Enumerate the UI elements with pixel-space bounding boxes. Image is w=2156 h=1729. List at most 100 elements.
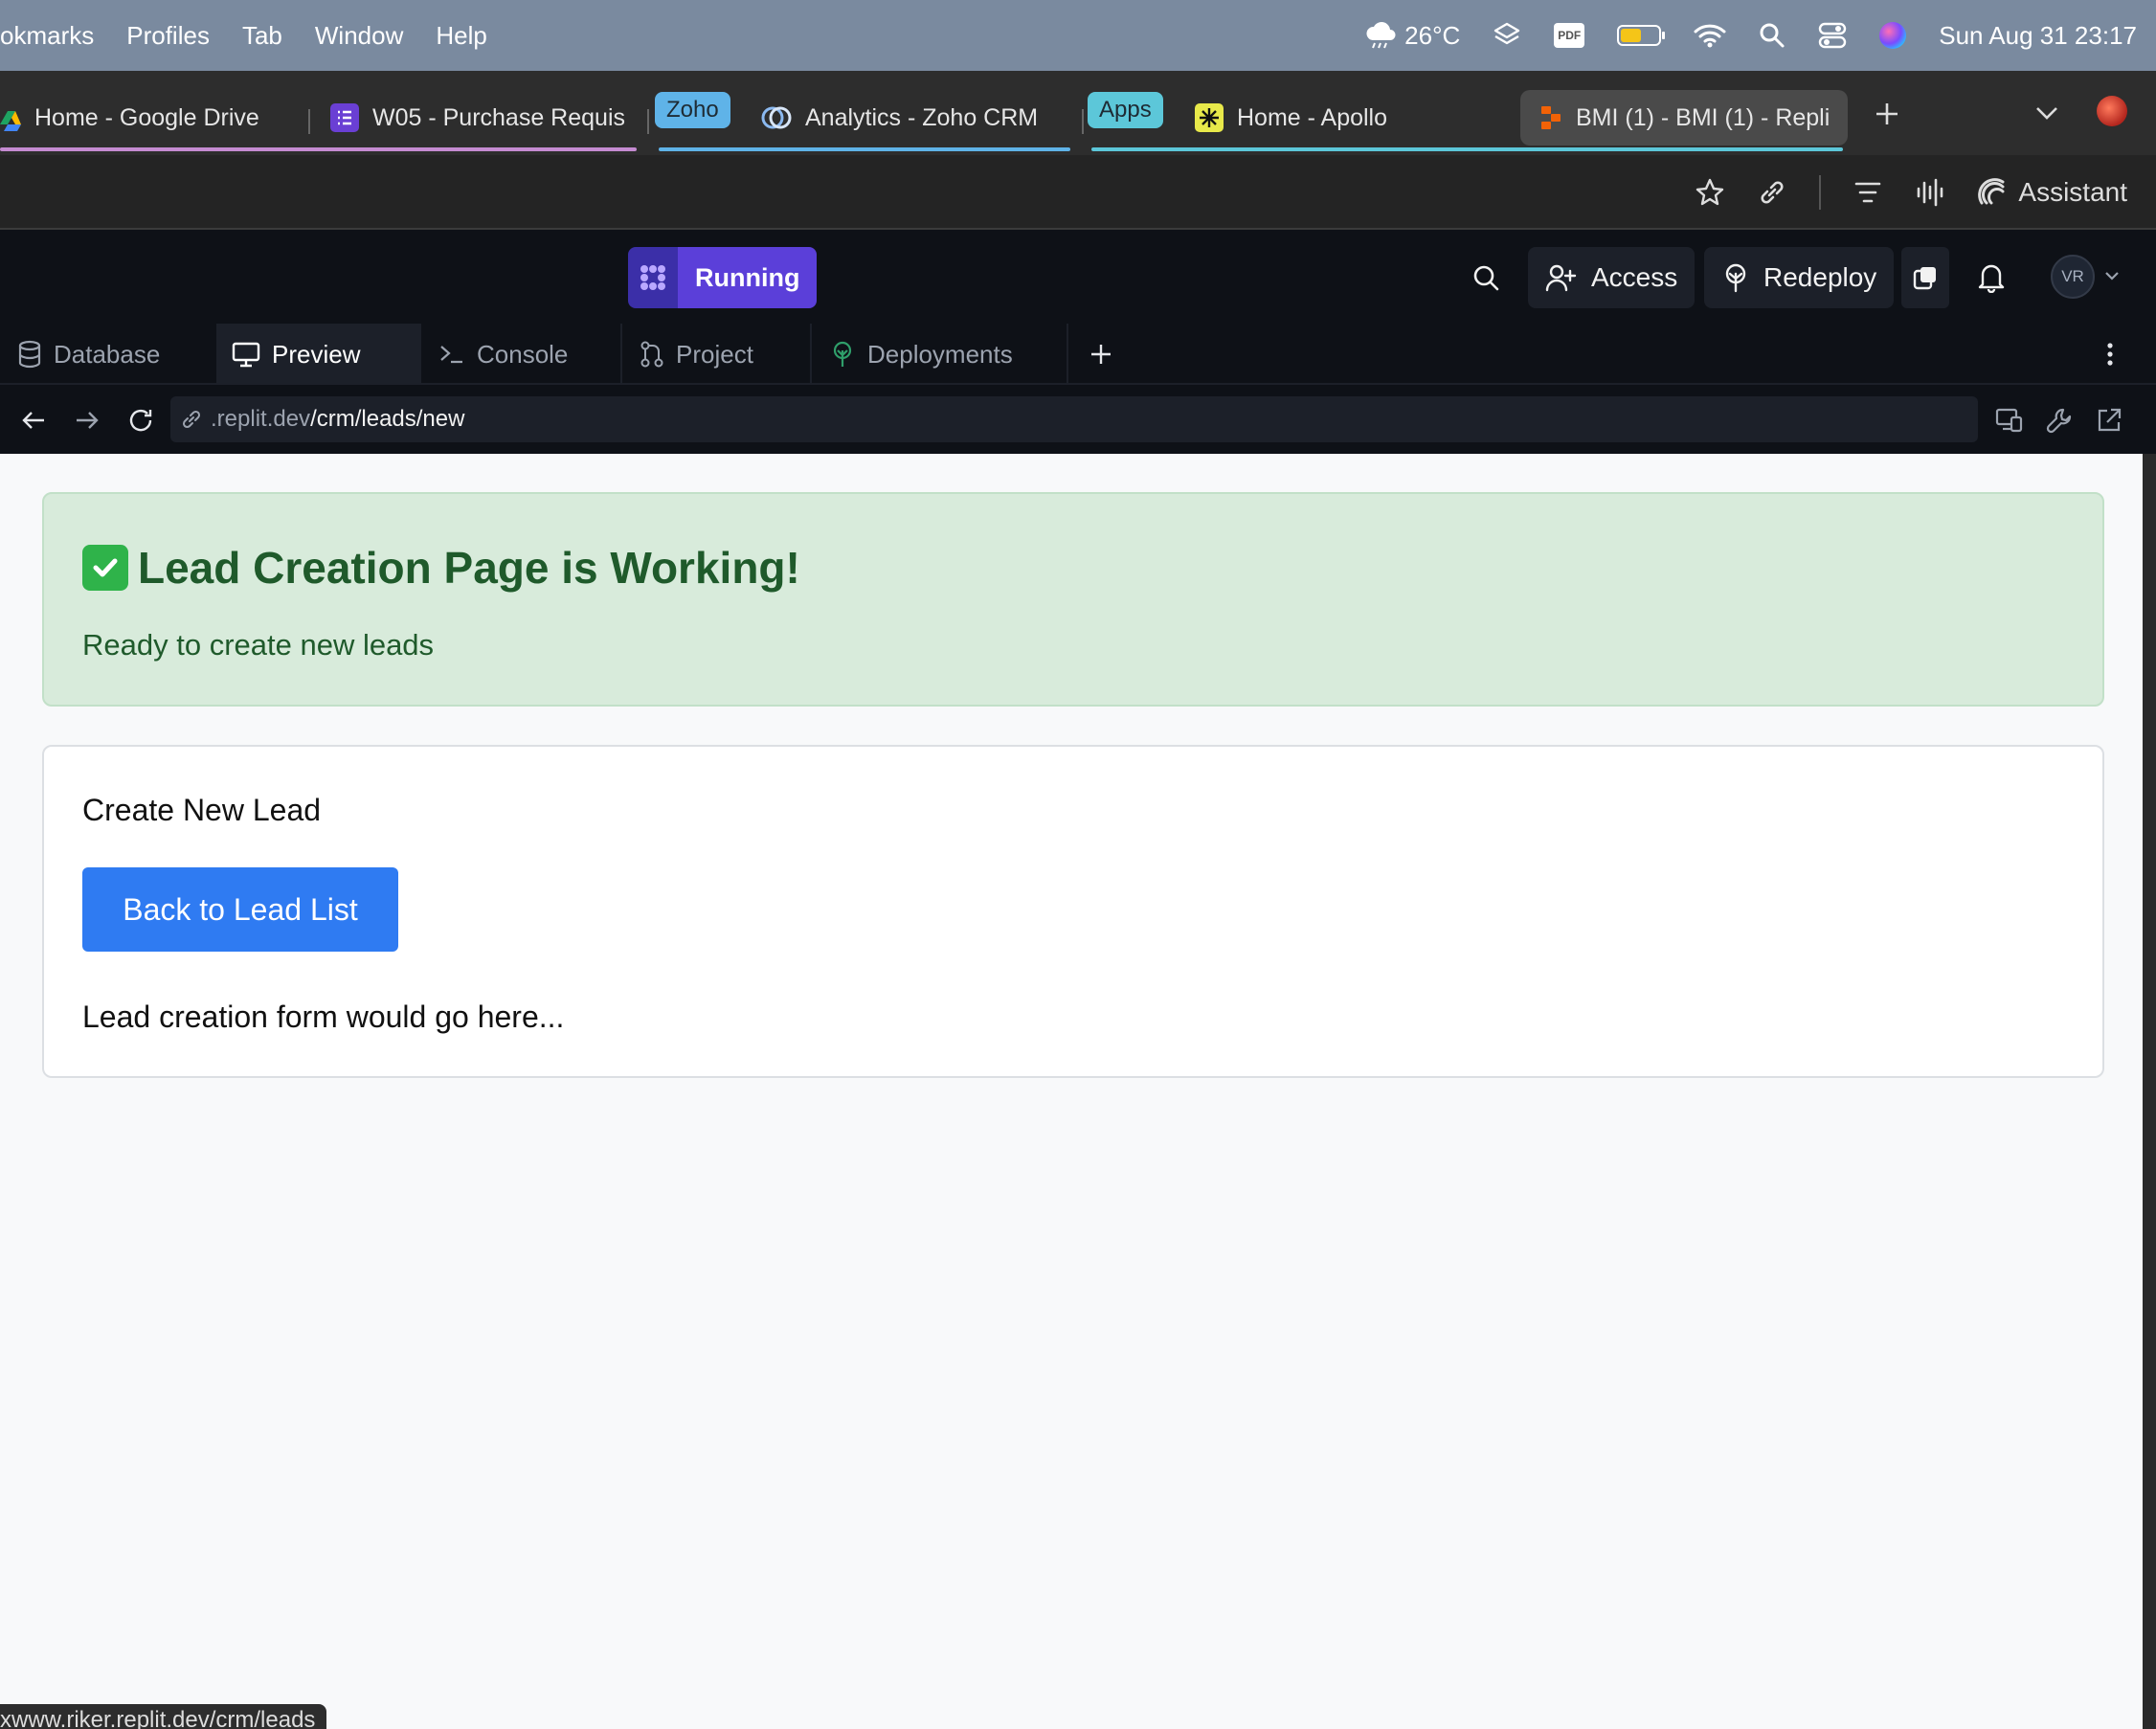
- link-icon: [180, 408, 203, 431]
- menu-tab[interactable]: Tab: [242, 21, 282, 51]
- tab-purchase-requisition[interactable]: W05 - Purchase Requis: [330, 90, 627, 146]
- back-to-lead-list-button[interactable]: Back to Lead List: [82, 867, 398, 952]
- success-alert: Lead Creation Page is Working! Ready to …: [42, 492, 2104, 707]
- open-in-new-tab-icon[interactable]: [2095, 406, 2123, 435]
- link-icon[interactable]: [1758, 178, 1786, 207]
- zoho-analytics-icon: [761, 103, 792, 132]
- tab-group-underline: [659, 147, 1070, 151]
- add-tab-plus-icon[interactable]: [1088, 341, 1114, 368]
- preview-url-bar: .replit.dev/crm/leads/new: [0, 385, 2156, 454]
- tab-preview[interactable]: Preview: [218, 324, 421, 385]
- pdf-icon[interactable]: PDF: [1554, 23, 1585, 48]
- terminal-prompt-icon: [438, 342, 465, 367]
- tab-title: W05 - Purchase Requis: [372, 103, 626, 131]
- menu-help[interactable]: Help: [436, 21, 486, 51]
- access-label: Access: [1591, 262, 1678, 292]
- tab-label: Project: [676, 339, 753, 369]
- access-button[interactable]: Access: [1528, 247, 1696, 308]
- run-status-button[interactable]: Running: [628, 247, 818, 308]
- check-mark-icon: [82, 545, 128, 591]
- assistant-icon: [1978, 178, 2007, 207]
- profile-avatar-icon[interactable]: [2097, 96, 2127, 126]
- tab-title: Analytics - Zoho CRM: [805, 103, 1039, 131]
- menu-profiles[interactable]: Profiles: [126, 21, 210, 51]
- tab-list-chevron-down-icon[interactable]: [2033, 101, 2060, 124]
- tab-console[interactable]: Console: [421, 324, 622, 385]
- window-edge: [2143, 454, 2156, 1729]
- control-center-icon[interactable]: [1818, 22, 1847, 49]
- deploy-options-icon[interactable]: [1901, 247, 1949, 308]
- wifi-icon[interactable]: [1694, 23, 1726, 48]
- tab-group-apps[interactable]: Apps: [1088, 92, 1163, 128]
- tab-database[interactable]: Database: [0, 324, 218, 385]
- tab-title: BMI (1) - BMI (1) - Repli: [1576, 103, 1830, 131]
- redeploy-label: Redeploy: [1763, 262, 1877, 292]
- tab-separator: [1082, 109, 1084, 134]
- tab-label: Console: [477, 339, 569, 369]
- wrench-devtools-icon[interactable]: [2045, 406, 2074, 435]
- layers-icon[interactable]: [1493, 21, 1521, 50]
- star-bookmark-icon[interactable]: [1695, 177, 1725, 208]
- siri-icon[interactable]: [1879, 22, 1907, 49]
- link-hover-status: xwww.riker.replit.dev/crm/leads: [0, 1704, 327, 1729]
- run-status-label: Running: [678, 247, 818, 308]
- app-menus: okmarks Profiles Tab Window Help: [0, 21, 487, 51]
- search-icon[interactable]: [1463, 255, 1509, 301]
- tab-separator: [308, 109, 310, 134]
- tab-replit-bmi[interactable]: BMI (1) - BMI (1) - Repli: [1520, 90, 1848, 146]
- tab-separator: [647, 109, 649, 134]
- device-preview-icon[interactable]: [1995, 406, 2024, 435]
- replit-icon: [1539, 104, 1562, 131]
- tab-apollo[interactable]: Home - Apollo: [1195, 90, 1415, 146]
- tab-title: Home - Google Drive: [34, 103, 259, 131]
- tab-group-underline: [0, 147, 637, 151]
- cloud-rain-icon: [1364, 21, 1397, 50]
- database-icon: [17, 340, 42, 369]
- bell-notification-icon[interactable]: [1968, 255, 2014, 301]
- tab-title: Home - Apollo: [1237, 103, 1388, 131]
- monitor-icon: [232, 341, 260, 368]
- spotlight-search-icon[interactable]: [1759, 22, 1785, 49]
- deploy-tree-icon: [829, 340, 856, 369]
- menu-bookmarks[interactable]: okmarks: [0, 21, 94, 51]
- preview-pane: Lead Creation Page is Working! Ready to …: [4, 454, 2143, 1729]
- battery-icon[interactable]: [1617, 25, 1666, 46]
- weather-temp: 26°C: [1404, 20, 1461, 50]
- tab-project[interactable]: Project: [622, 324, 812, 385]
- replit-agent-icon: [628, 247, 678, 308]
- redeploy-button[interactable]: Redeploy: [1704, 247, 1895, 308]
- assistant-label: Assistant: [2018, 177, 2127, 207]
- preview-url-input[interactable]: .replit.dev/crm/leads/new: [170, 396, 1978, 442]
- back-arrow-icon[interactable]: [19, 406, 48, 435]
- list-icon: [330, 103, 359, 132]
- tab-label: Deployments: [867, 339, 1013, 369]
- tab-group-underline: [1091, 147, 1843, 151]
- reader-mode-icon[interactable]: [1853, 180, 1882, 205]
- user-avatar[interactable]: VR: [2051, 255, 2095, 299]
- alert-title-text: Lead Creation Page is Working!: [138, 543, 800, 593]
- browser-tab-strip: Home - Google Drive W05 - Purchase Requi…: [0, 71, 2156, 155]
- toolbar-actions: Assistant: [1695, 155, 2127, 230]
- menu-window[interactable]: Window: [315, 21, 403, 51]
- assistant-button[interactable]: Assistant: [1978, 177, 2127, 208]
- git-branch-icon: [640, 340, 664, 369]
- alert-subtitle: Ready to create new leads: [82, 628, 435, 662]
- status-area: 26°C PDF Sun Aug 31 23:17: [1364, 0, 2137, 71]
- workspace-tabs: Database Preview Console Project Deploym…: [0, 324, 2156, 385]
- reload-icon[interactable]: [126, 406, 155, 435]
- deploy-tree-icon: [1721, 262, 1750, 293]
- more-vertical-icon[interactable]: [2102, 341, 2118, 368]
- tab-deployments[interactable]: Deployments: [812, 324, 1068, 385]
- new-tab-plus-icon[interactable]: [1873, 100, 1901, 128]
- tab-analytics-zoho-crm[interactable]: Analytics - Zoho CRM: [761, 90, 1048, 146]
- account-chevron-down-icon[interactable]: [2102, 268, 2122, 283]
- weather-widget[interactable]: 26°C: [1364, 21, 1460, 51]
- tab-google-drive[interactable]: Home - Google Drive: [0, 90, 306, 146]
- clock[interactable]: Sun Aug 31 23:17: [1939, 21, 2137, 51]
- forward-arrow-icon[interactable]: [73, 406, 101, 435]
- tab-group-zoho[interactable]: Zoho: [655, 92, 730, 128]
- tab-label: Database: [54, 339, 161, 369]
- alert-title: Lead Creation Page is Working!: [82, 542, 800, 594]
- audio-waveform-icon[interactable]: [1915, 178, 1945, 207]
- apollo-icon: [1195, 103, 1224, 132]
